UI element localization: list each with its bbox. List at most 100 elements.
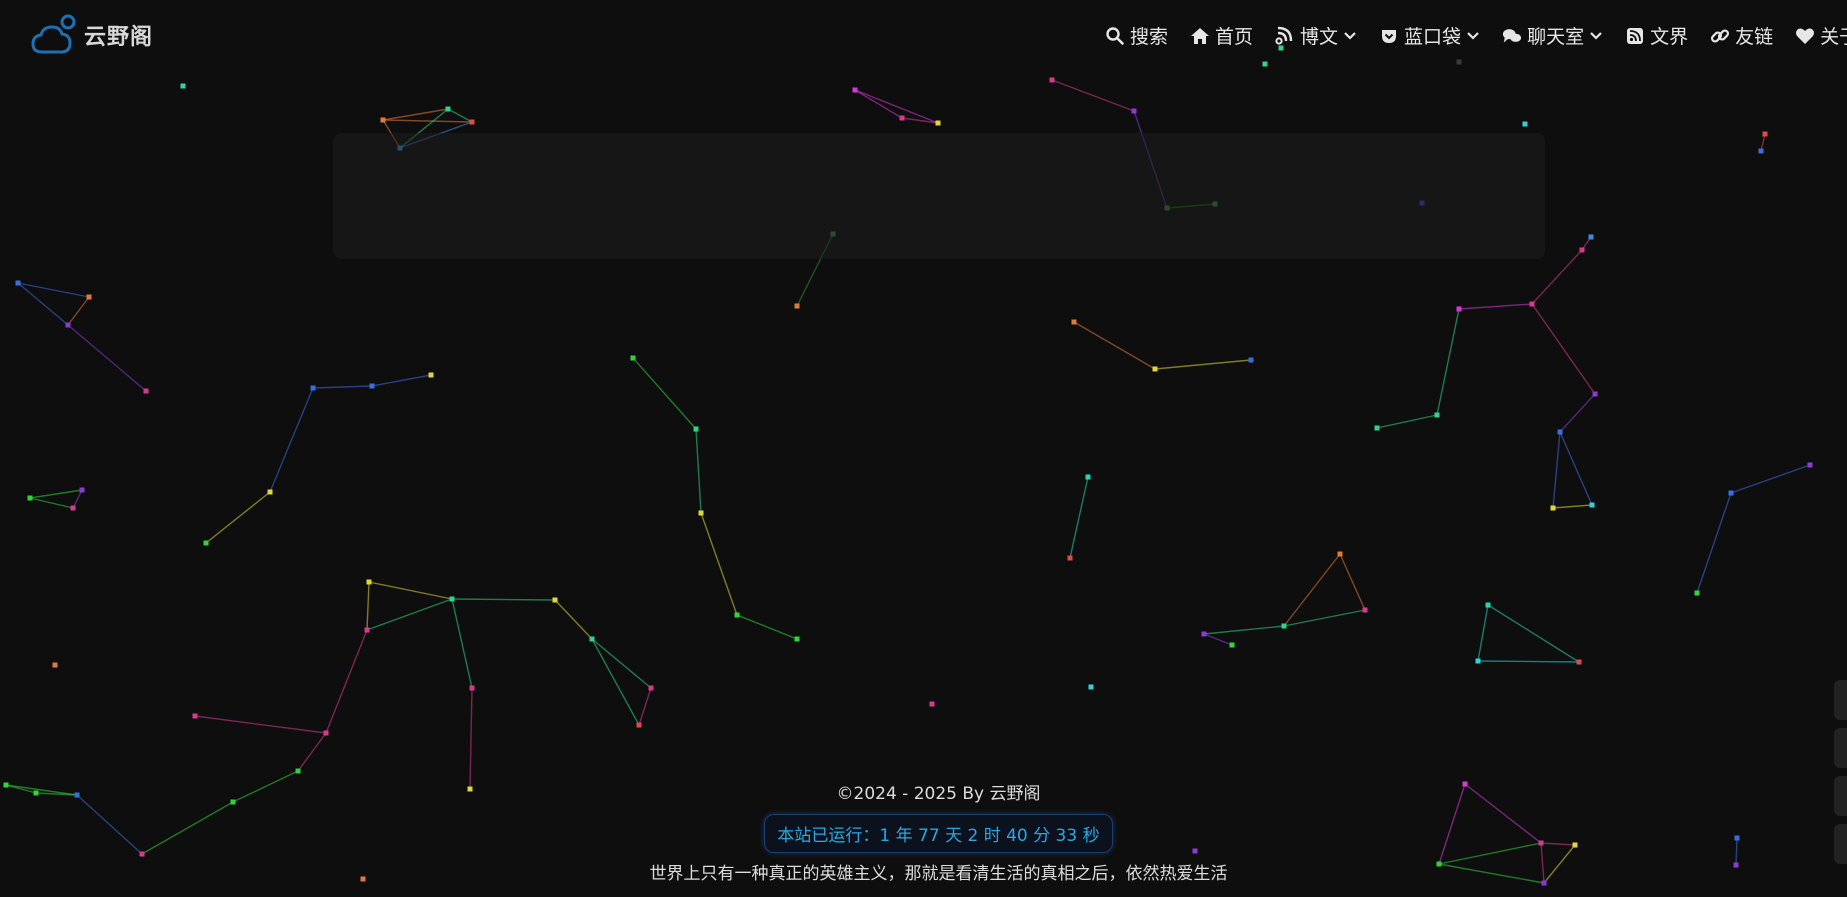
chevron-down-icon (1467, 31, 1479, 40)
particle-dot (1485, 602, 1491, 608)
particle-dot (1085, 474, 1091, 480)
particle-dot (449, 596, 455, 602)
side-tab-button[interactable] (1834, 680, 1847, 720)
site-title: 云野阁 (84, 25, 154, 50)
particle-dot (1088, 684, 1094, 690)
particle-dot (1152, 366, 1158, 372)
particle-link (1760, 133, 1766, 152)
particle-dot (734, 612, 740, 618)
search-icon (1106, 26, 1124, 45)
particle-dot (1522, 121, 1528, 127)
particle-link (67, 296, 90, 326)
nav-home-label: 首页 (1215, 26, 1254, 48)
main-nav: 搜索 首页 博文 蓝口袋 聊天室 文界 友链 关 (1105, 22, 1847, 49)
particle-link (1069, 476, 1089, 559)
particle-dot (1362, 607, 1368, 613)
particle-link (1552, 431, 1561, 509)
particle-dot (648, 685, 654, 691)
site-logo[interactable]: 云野阁 (30, 10, 153, 60)
particle-link (269, 387, 314, 493)
particle-dot (1229, 642, 1235, 648)
particle-dot (852, 87, 858, 93)
particle-dot (1694, 590, 1700, 596)
nav-links[interactable]: 友链 (1710, 22, 1773, 49)
rss-icon (1627, 27, 1644, 44)
side-tab-button[interactable] (1834, 728, 1847, 768)
particle-link (1559, 393, 1596, 433)
particle-dot (1728, 490, 1734, 496)
particle-dot (1592, 391, 1598, 397)
particle-dot (79, 487, 85, 493)
particle-dot (469, 119, 475, 125)
particle-link (1283, 609, 1366, 627)
particle-link (554, 599, 593, 640)
copyright-text: ©2024 - 2025 By 云野阁 (836, 784, 1041, 804)
particle-dot (1576, 659, 1582, 665)
nav-blog[interactable]: 博文 (1275, 22, 1357, 49)
particle-link (382, 108, 449, 121)
side-tab-button[interactable] (1834, 776, 1847, 816)
side-tab-button[interactable] (1834, 824, 1847, 864)
particle-dot (1762, 131, 1768, 137)
page: 云野阁 搜索 首页 博文 蓝口袋 聊天室 文界 友链 关 ©2024 - 202… (0, 0, 1847, 897)
nav-pocket-label: 蓝口袋 (1404, 26, 1462, 48)
nav-chat[interactable]: 聊天室 (1502, 22, 1603, 49)
particle-dot (1758, 148, 1764, 154)
particle-link (451, 598, 556, 601)
particle-dot (310, 385, 316, 391)
particle-dot (445, 106, 451, 112)
particle-link (1696, 492, 1732, 594)
nav-feeds[interactable]: 文界 (1625, 22, 1688, 49)
nav-about-label: 关于 (1820, 26, 1847, 48)
particle-link (1458, 303, 1533, 310)
particle-dot (267, 489, 273, 495)
nav-links-label: 友链 (1735, 26, 1774, 48)
particle-link (29, 497, 74, 509)
particle-link (1477, 604, 1489, 662)
particle-dot (1131, 108, 1137, 114)
particle-link (1477, 660, 1580, 663)
particle-link (1559, 431, 1593, 506)
particle-dot (52, 662, 58, 668)
particle-dot (1456, 306, 1462, 312)
particle-dot (364, 627, 370, 633)
blog-icon (1275, 26, 1293, 45)
particle-dot (192, 713, 198, 719)
particle-link (638, 687, 652, 726)
particle-dot (1071, 319, 1077, 325)
particle-dot (180, 83, 186, 89)
particle-link (736, 614, 798, 640)
chevron-down-icon (1590, 31, 1602, 40)
particle-dot (1434, 412, 1440, 418)
particle-link (72, 489, 83, 509)
chat-icon (1502, 28, 1522, 42)
nav-search[interactable]: 搜索 (1105, 22, 1168, 49)
nav-home[interactable]: 首页 (1190, 22, 1253, 49)
particle-dot (1529, 301, 1535, 307)
particle-link (1436, 308, 1460, 416)
cloud-logo-icon (31, 14, 76, 54)
particle-dot (295, 768, 301, 774)
particle-dot (323, 730, 329, 736)
particle-link (312, 385, 373, 389)
particle-dot (380, 117, 386, 123)
particle-dot (428, 372, 434, 378)
particle-dot (1067, 555, 1073, 561)
particle-dot (203, 540, 209, 546)
particle-dot (698, 510, 704, 516)
particle-link (854, 89, 903, 119)
particle-dot (1374, 425, 1380, 431)
nav-about[interactable]: 关于 (1795, 22, 1847, 49)
particle-link (29, 489, 83, 499)
particle-dot (589, 636, 595, 642)
particle-dot (369, 383, 375, 389)
particle-dot (1807, 462, 1813, 468)
top-header: 云野阁 搜索 首页 博文 蓝口袋 聊天室 文界 友链 关 (0, 0, 1847, 72)
particle-link (297, 732, 327, 772)
nav-pocket[interactable]: 蓝口袋 (1379, 22, 1480, 49)
particle-link (1730, 464, 1811, 494)
particle-dot (929, 701, 935, 707)
nav-chat-label: 聊天室 (1527, 26, 1585, 48)
particle-dot (794, 636, 800, 642)
particle-link (1552, 504, 1593, 509)
